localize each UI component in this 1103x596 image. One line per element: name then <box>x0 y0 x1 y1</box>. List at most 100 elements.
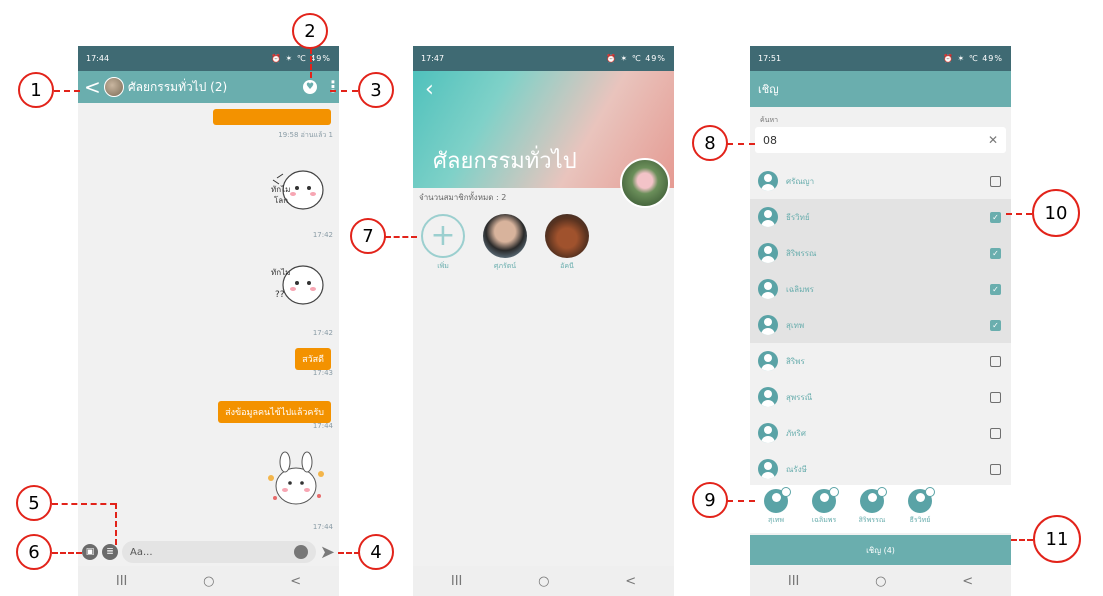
member-item[interactable]: อัคนี <box>543 214 591 272</box>
nav-back-button[interactable]: < <box>625 574 636 589</box>
callout-3: 3 <box>358 72 394 108</box>
member-label: ศุภรัตน์ <box>493 262 517 270</box>
avatar[interactable] <box>545 214 589 258</box>
callout-7: 7 <box>350 218 386 254</box>
heart-icon[interactable]: ♥ <box>303 80 317 94</box>
contact-checkbox[interactable]: ✓ <box>990 211 1001 223</box>
recent-apps-button[interactable]: III <box>451 574 463 589</box>
recent-apps-button[interactable]: III <box>788 574 800 589</box>
recent-apps-button[interactable]: III <box>116 574 128 589</box>
contact-checkbox[interactable] <box>990 463 1001 475</box>
home-button[interactable]: ○ <box>538 574 549 589</box>
person-icon <box>758 243 778 263</box>
plus-icon[interactable]: + <box>421 214 465 258</box>
invite-button[interactable]: เชิญ (4) <box>750 535 1011 565</box>
message-bubble[interactable] <box>213 109 331 125</box>
message-bubble[interactable]: สวัสดี <box>295 348 331 370</box>
home-button[interactable]: ○ <box>203 574 214 589</box>
contact-row[interactable]: ธีรวิทย์ ✓ <box>750 199 1011 235</box>
sticker-message[interactable]: ทักไม โลก <box>269 158 329 220</box>
svg-text:??: ?? <box>275 290 285 300</box>
callout-11: 11 <box>1033 515 1081 563</box>
group-cover-title: ศัลยกรรมทั่วไป <box>433 149 577 174</box>
contact-checkbox[interactable]: ✓ <box>990 319 1001 331</box>
contact-name: เฉลิมพร <box>786 284 814 294</box>
person-remove-icon[interactable] <box>812 487 839 513</box>
callout-leader <box>727 143 755 145</box>
callout-10: 10 <box>1032 189 1080 237</box>
group-photo[interactable] <box>620 158 670 208</box>
contact-checkbox[interactable] <box>990 175 1001 187</box>
android-nav-bar: III ○ < <box>78 566 339 596</box>
svg-text:โลก: โลก <box>274 195 288 205</box>
contact-row[interactable]: ณรังษี <box>750 451 1011 487</box>
message-time: 17:42 <box>312 231 333 239</box>
emoji-icon[interactable] <box>293 545 308 559</box>
send-icon[interactable]: ➤ <box>320 542 335 563</box>
status-time: 17:47 <box>421 54 445 63</box>
svg-text:ทักไม: ทักไม <box>271 268 290 277</box>
person-icon <box>758 279 778 299</box>
message-time: 17:42 <box>312 329 333 337</box>
contact-checkbox[interactable]: ✓ <box>990 247 1001 259</box>
contact-row[interactable]: สุเทพ ✓ <box>750 307 1011 343</box>
contact-checkbox[interactable]: ✓ <box>990 283 1001 295</box>
contact-checkbox[interactable] <box>990 355 1001 367</box>
contact-row[interactable]: สิริพร <box>750 343 1011 379</box>
callout-leader <box>727 500 755 502</box>
person-remove-icon[interactable] <box>860 487 887 513</box>
person-remove-icon[interactable] <box>908 487 935 513</box>
selected-contact[interactable]: ธีรวิทย์ <box>898 485 942 533</box>
callout-8: 8 <box>692 125 728 161</box>
contact-checkbox[interactable] <box>990 427 1001 439</box>
message-input-placeholder: Aa... <box>130 546 153 558</box>
selected-contact-name: เฉลิมพร <box>811 516 837 524</box>
chat-screen: 17:44 ⏰ ✶ ℃ 49% < ศัลยกรรมทั่วไป (2) ♥ ⋮… <box>78 46 339 596</box>
add-member-button[interactable]: + เพิ่ม <box>419 214 467 272</box>
contact-name: ณรังษี <box>786 464 807 474</box>
document-icon[interactable]: ≣ <box>102 544 118 560</box>
message-time: 17:44 <box>312 523 333 531</box>
sticker-message[interactable]: ทักไม ?? <box>269 253 329 315</box>
status-bar: 17:47 ⏰ ✶ ℃ 49% <box>413 46 674 71</box>
contact-row[interactable]: ศรัณญา <box>750 163 1011 199</box>
image-icon[interactable]: ▣ <box>82 544 98 560</box>
avatar[interactable] <box>483 214 527 258</box>
group-title[interactable]: ศัลยกรรมทั่วไป (2) <box>128 78 303 97</box>
contact-name: สุเทพ <box>786 320 805 330</box>
member-item[interactable]: ศุภรัตน์ <box>481 214 529 272</box>
invite-screen: 17:51 ⏰ ✶ ℃ 49% เชิญ ค้นหา 08 ✕ ศรัณญา ธ… <box>750 46 1011 596</box>
nav-back-button[interactable]: < <box>962 574 973 589</box>
message-bubble[interactable]: ส่งข้อมูลคนไข้ไปแล้วครับ <box>218 401 331 423</box>
back-button[interactable]: < <box>84 75 101 99</box>
contact-row[interactable]: ภัทริศ <box>750 415 1011 451</box>
group-avatar[interactable] <box>104 77 124 97</box>
search-input[interactable]: 08 ✕ <box>755 127 1006 153</box>
chat-log: 19:58 อ่านแล้ว 1 ทักไม โลก 17:42 ทักไม ?… <box>78 103 339 533</box>
nav-back-button[interactable]: < <box>290 574 301 589</box>
person-icon <box>758 351 778 371</box>
contact-row[interactable]: สุพรรณี <box>750 379 1011 415</box>
status-bar: 17:51 ⏰ ✶ ℃ 49% <box>750 46 1011 71</box>
clear-icon[interactable]: ✕ <box>988 133 998 147</box>
back-button[interactable]: ‹ <box>425 77 434 102</box>
selected-contact[interactable]: สุเทพ <box>754 485 798 533</box>
message-input[interactable]: Aa... <box>122 541 316 563</box>
chat-header: < ศัลยกรรมทั่วไป (2) ♥ ⋮ <box>78 71 339 103</box>
person-remove-icon[interactable] <box>764 487 791 513</box>
message-time: 19:58 อ่านแล้ว 1 <box>278 131 333 139</box>
person-icon <box>758 171 778 191</box>
invite-header: เชิญ <box>750 71 1011 107</box>
selected-contact[interactable]: เฉลิมพร <box>802 485 846 533</box>
message-time: 17:43 <box>312 369 333 377</box>
home-button[interactable]: ○ <box>875 574 886 589</box>
message-time: 17:44 <box>312 422 333 430</box>
contact-row[interactable]: เฉลิมพร ✓ <box>750 271 1011 307</box>
contact-row[interactable]: สิริพรรณ ✓ <box>750 235 1011 271</box>
callout-2: 2 <box>292 13 328 49</box>
selected-contact[interactable]: สิริพรรณ <box>850 485 894 533</box>
callout-leader <box>1011 539 1033 541</box>
contact-checkbox[interactable] <box>990 391 1001 403</box>
callout-6: 6 <box>16 534 52 570</box>
sticker-message[interactable] <box>263 448 329 510</box>
